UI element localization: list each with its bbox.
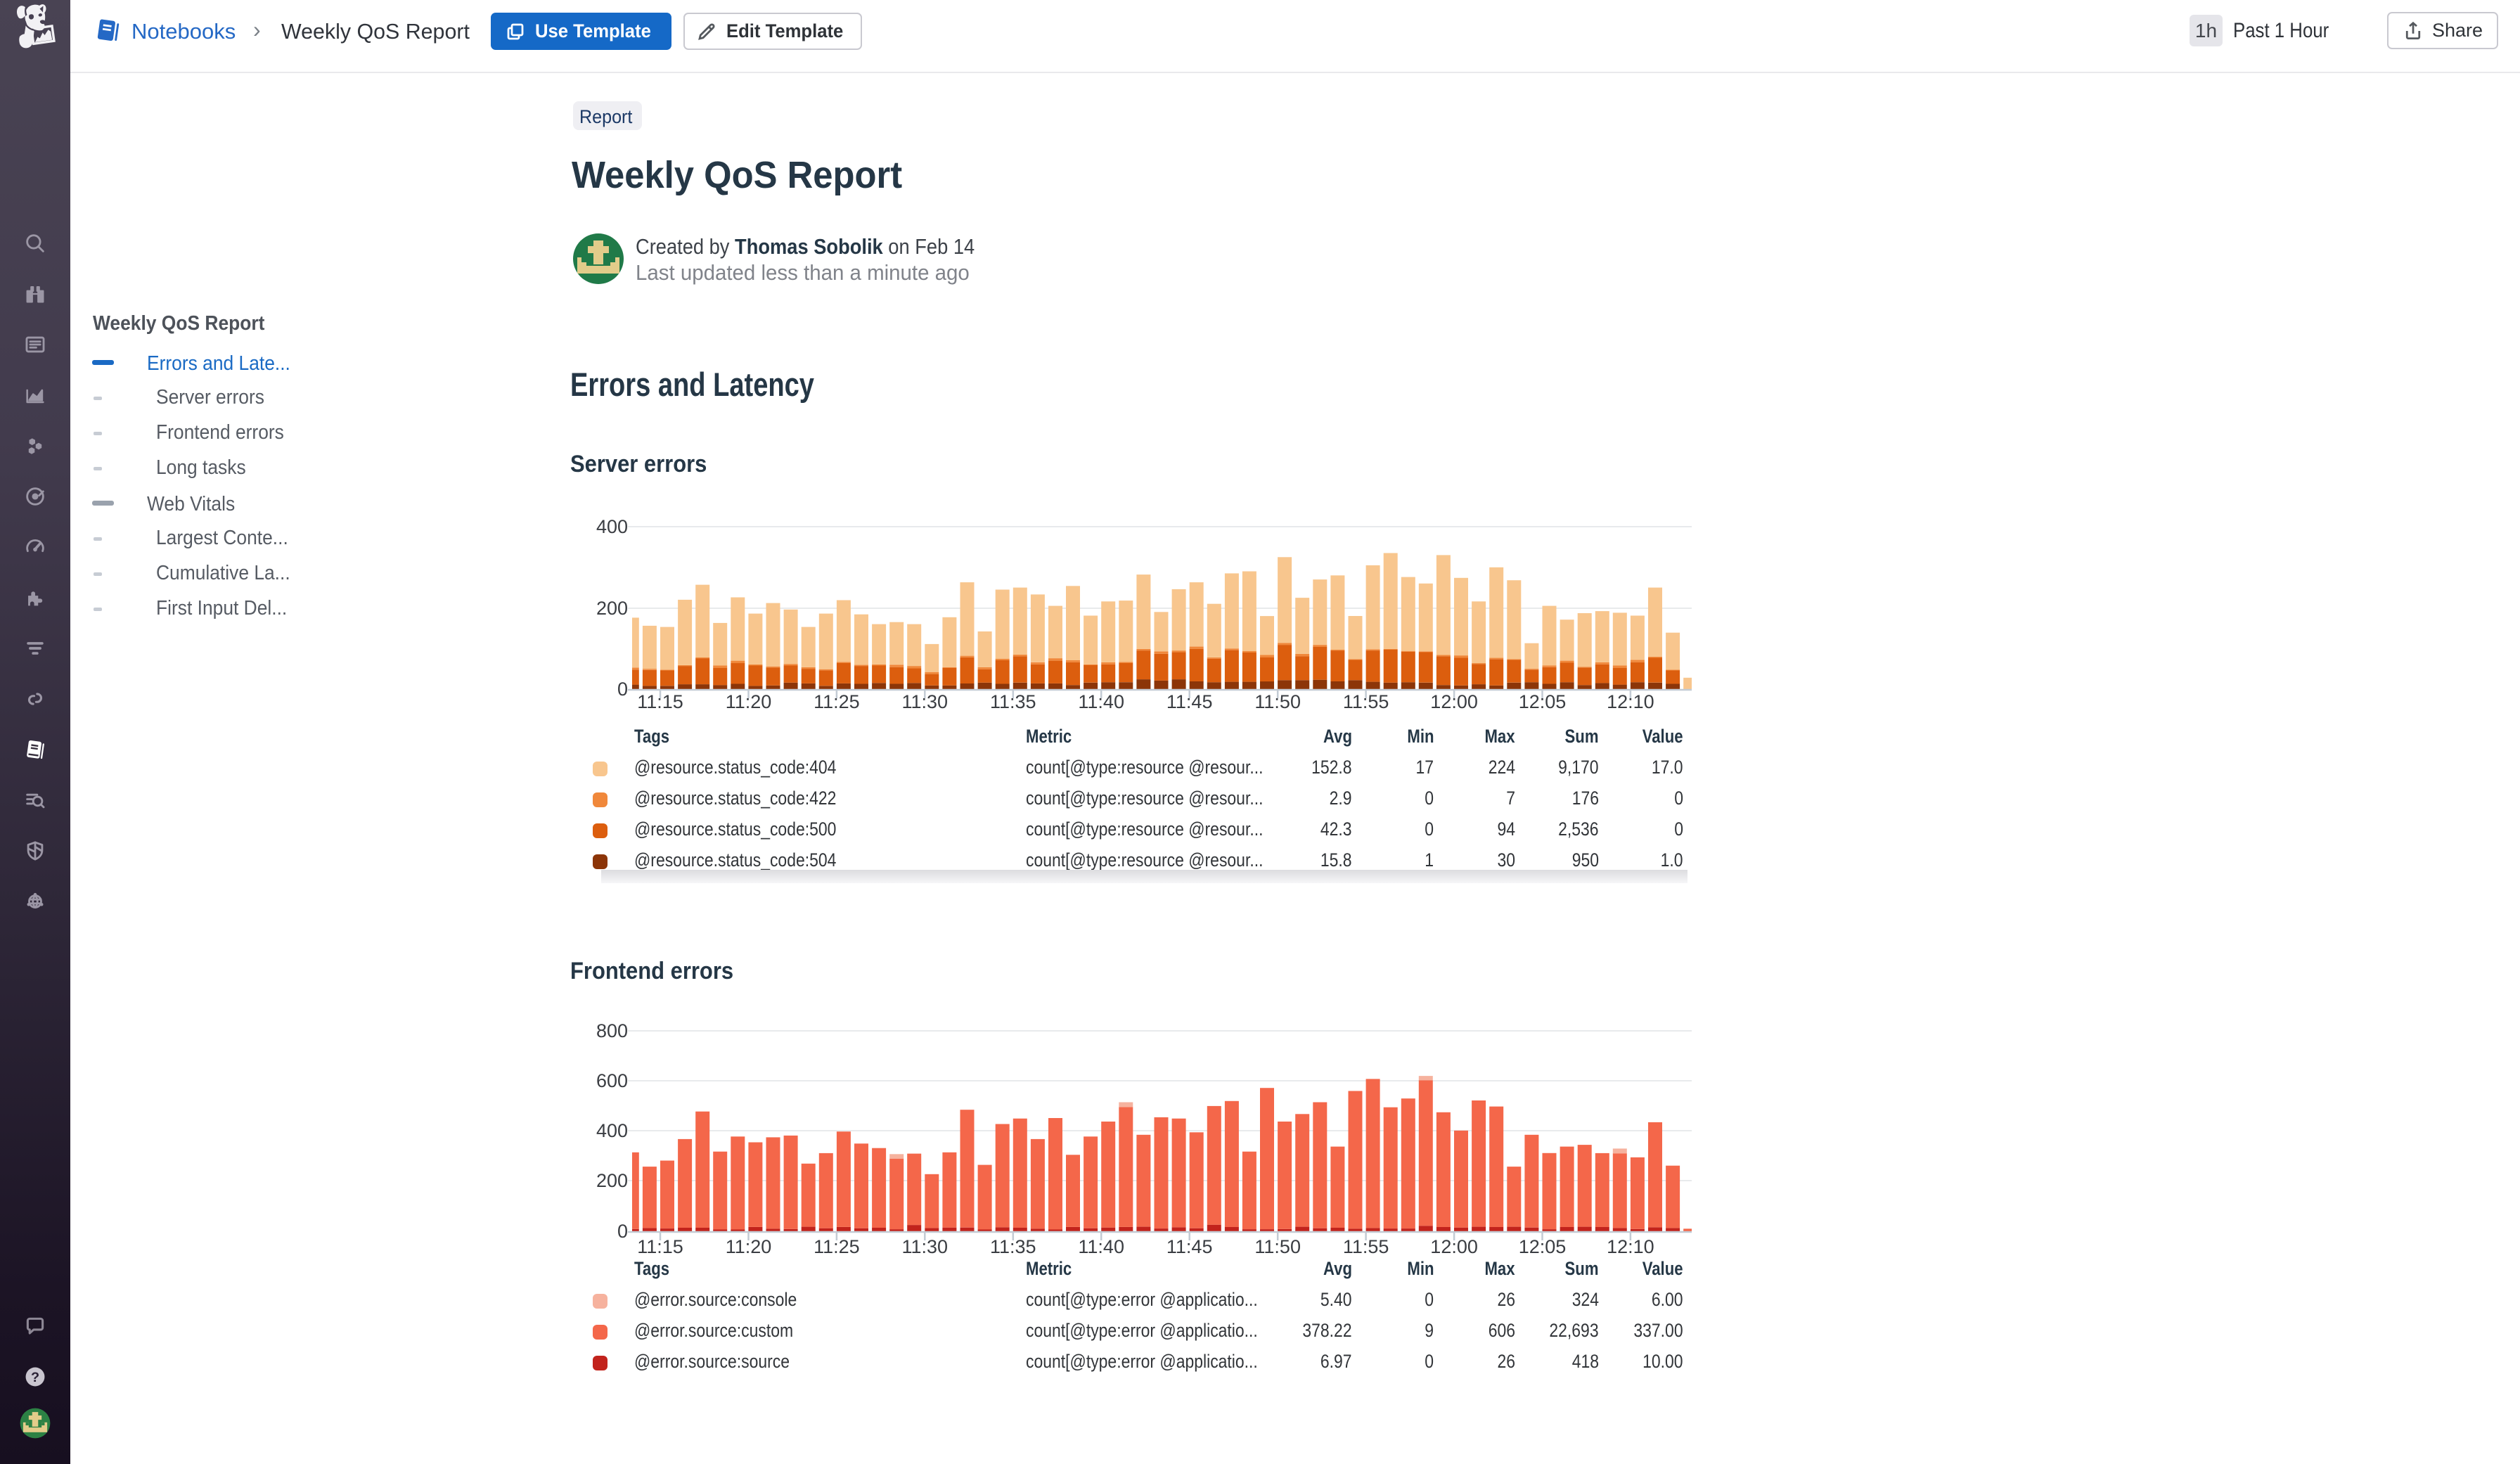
svg-text:11:40: 11:40	[1078, 691, 1124, 712]
svg-text:800: 800	[596, 1020, 628, 1041]
svg-text:0: 0	[617, 679, 628, 700]
svg-text:200: 200	[596, 1170, 628, 1191]
svg-text:600: 600	[596, 1070, 628, 1091]
svg-text:400: 400	[596, 1120, 628, 1141]
svg-text:11:55: 11:55	[1343, 1236, 1389, 1257]
svg-text:11:15: 11:15	[637, 1236, 683, 1257]
svg-text:11:30: 11:30	[902, 691, 949, 712]
svg-text:11:25: 11:25	[814, 691, 860, 712]
svg-text:11:15: 11:15	[637, 691, 683, 712]
svg-text:11:20: 11:20	[726, 1236, 772, 1257]
svg-text:11:50: 11:50	[1254, 1236, 1301, 1257]
svg-text:11:20: 11:20	[726, 691, 772, 712]
svg-text:12:10: 12:10	[1607, 1236, 1654, 1257]
svg-text:?: ?	[31, 1370, 39, 1385]
svg-text:12:00: 12:00	[1430, 1236, 1478, 1257]
svg-text:11:40: 11:40	[1078, 1236, 1124, 1257]
svg-text:11:45: 11:45	[1166, 1236, 1213, 1257]
svg-text:12:05: 12:05	[1519, 691, 1567, 712]
svg-text:0: 0	[617, 1221, 628, 1242]
svg-text:12:10: 12:10	[1607, 691, 1654, 712]
svg-text:11:30: 11:30	[902, 1236, 949, 1257]
svg-text:11:25: 11:25	[814, 1236, 860, 1257]
svg-text:12:00: 12:00	[1430, 691, 1478, 712]
svg-text:11:55: 11:55	[1343, 691, 1389, 712]
svg-text:11:45: 11:45	[1166, 691, 1213, 712]
svg-text:11:35: 11:35	[990, 691, 1036, 712]
svg-text:12:05: 12:05	[1519, 1236, 1567, 1257]
svg-text:400: 400	[596, 517, 628, 537]
svg-text:200: 200	[596, 598, 628, 619]
svg-text:11:50: 11:50	[1254, 691, 1301, 712]
svg-text:11:35: 11:35	[990, 1236, 1036, 1257]
